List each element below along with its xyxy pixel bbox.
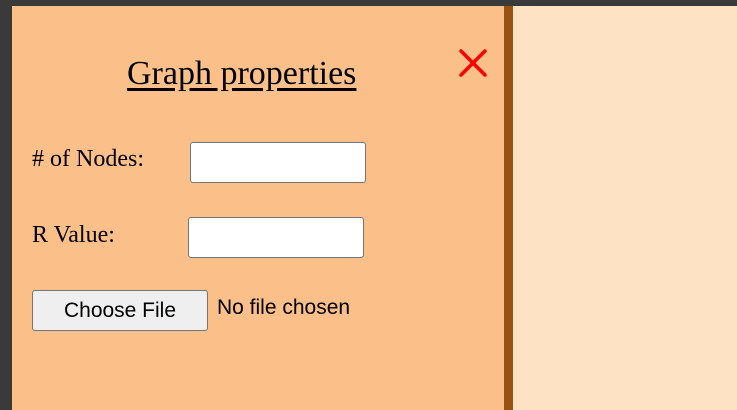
window-left-border: [0, 0, 12, 410]
r-value-label: R Value:: [32, 222, 115, 248]
panel-title: Graph properties: [127, 55, 357, 92]
close-button[interactable]: [456, 46, 490, 80]
choose-file-button[interactable]: Choose File: [32, 290, 208, 331]
close-icon: [459, 49, 487, 77]
nodes-input[interactable]: [190, 142, 366, 183]
panel-resize-divider[interactable]: [504, 6, 513, 410]
file-status-text: No file chosen: [217, 296, 351, 319]
nodes-label: # of Nodes:: [32, 146, 144, 172]
r-value-input[interactable]: [188, 217, 364, 258]
graph-canvas-area[interactable]: [513, 6, 737, 410]
